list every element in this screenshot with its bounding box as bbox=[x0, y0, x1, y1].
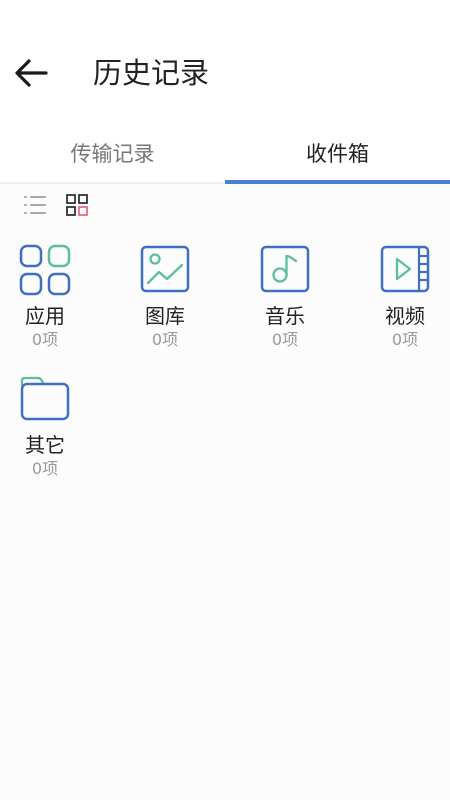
grid-view-button[interactable] bbox=[64, 192, 90, 218]
arrow-left-icon bbox=[15, 59, 48, 87]
category-label: 音乐 bbox=[265, 304, 305, 328]
music-icon bbox=[260, 245, 310, 293]
page-title: 历史记录 bbox=[93, 56, 210, 90]
category-other[interactable]: 其它 0项 bbox=[0, 369, 105, 497]
category-count: 0项 bbox=[151, 330, 179, 349]
tab-transfer-history[interactable]: 传输记录 bbox=[0, 124, 225, 182]
category-label: 其它 bbox=[25, 433, 65, 457]
category-music[interactable]: 音乐 0项 bbox=[225, 240, 345, 368]
video-icon bbox=[380, 245, 430, 293]
category-label: 视频 bbox=[385, 304, 425, 328]
category-gallery[interactable]: 图库 0项 bbox=[105, 240, 225, 368]
apps-icon bbox=[19, 244, 71, 296]
category-count: 0项 bbox=[31, 330, 59, 349]
category-count: 0项 bbox=[31, 459, 59, 478]
list-view-button[interactable] bbox=[22, 192, 48, 218]
header: 历史记录 bbox=[0, 0, 450, 124]
view-toggle bbox=[22, 192, 90, 218]
folder-icon bbox=[20, 376, 70, 421]
category-video[interactable]: 视频 0项 bbox=[345, 240, 450, 368]
gallery-icon bbox=[140, 245, 190, 293]
category-count: 0项 bbox=[391, 330, 419, 349]
category-count: 0项 bbox=[271, 330, 299, 349]
grid-view-icon bbox=[66, 194, 88, 216]
category-label: 图库 bbox=[145, 304, 185, 328]
back-button[interactable] bbox=[10, 52, 52, 94]
category-apps[interactable]: 应用 0项 bbox=[0, 240, 105, 368]
category-label: 应用 bbox=[25, 304, 65, 328]
tab-bar: 传输记录 收件箱 bbox=[0, 124, 450, 184]
list-view-icon bbox=[24, 196, 46, 214]
tab-inbox[interactable]: 收件箱 bbox=[225, 124, 450, 184]
inbox-content: 应用 0项 图库 0项 音乐 0项 视频 0项 其它 0项 bbox=[0, 184, 450, 800]
